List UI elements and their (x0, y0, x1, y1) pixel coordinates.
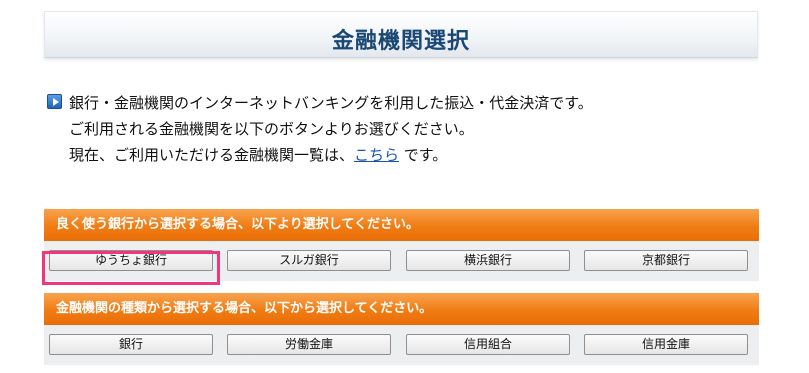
frequent-banks-header: 良く使う銀行から選択する場合、以下より選択してください。 (44, 209, 759, 241)
page-title-bar: 金融機関選択 (44, 11, 758, 58)
suruga-bank-button[interactable]: スルガ銀行 (227, 250, 391, 271)
kyoto-bank-button[interactable]: 京都銀行 (584, 250, 748, 271)
page-title: 金融機関選択 (331, 29, 470, 54)
shinkin-bank-type-button[interactable]: 信用金庫 (584, 334, 748, 355)
bank-type-button[interactable]: 銀行 (49, 334, 213, 355)
yucho-bank-button[interactable]: ゆうちょ銀行 (49, 250, 213, 271)
play-arrow-icon (47, 94, 62, 109)
intro-line-2: ご利用される金融機関を以下のボタンよりお選びください。 (69, 120, 474, 138)
labor-bank-type-button[interactable]: 労働金庫 (227, 334, 391, 355)
frequent-banks-button-row: ゆうちょ銀行 スルガ銀行 横浜銀行 京都銀行 (44, 241, 759, 281)
intro-line-3: 現在、ご利用いただける金融機関一覧は、こちら です。 (69, 142, 447, 168)
intro-line-3-text: 現在、ご利用いただける金融機関一覧は、 (69, 146, 355, 164)
institution-type-header: 金融機関の種類から選択する場合、以下から選択してください。 (44, 293, 759, 325)
institution-list-link[interactable]: こちら (354, 146, 399, 164)
intro-line-3-suffix: です。 (399, 146, 448, 164)
credit-union-type-button[interactable]: 信用組合 (406, 334, 570, 355)
intro-line-1: 銀行・金融機関のインターネットバンキングを利用した振込・代金決済です。 (69, 94, 593, 112)
yokohama-bank-button[interactable]: 横浜銀行 (406, 250, 570, 271)
institution-type-button-row: 銀行 労働金庫 信用組合 信用金庫 (44, 325, 759, 365)
